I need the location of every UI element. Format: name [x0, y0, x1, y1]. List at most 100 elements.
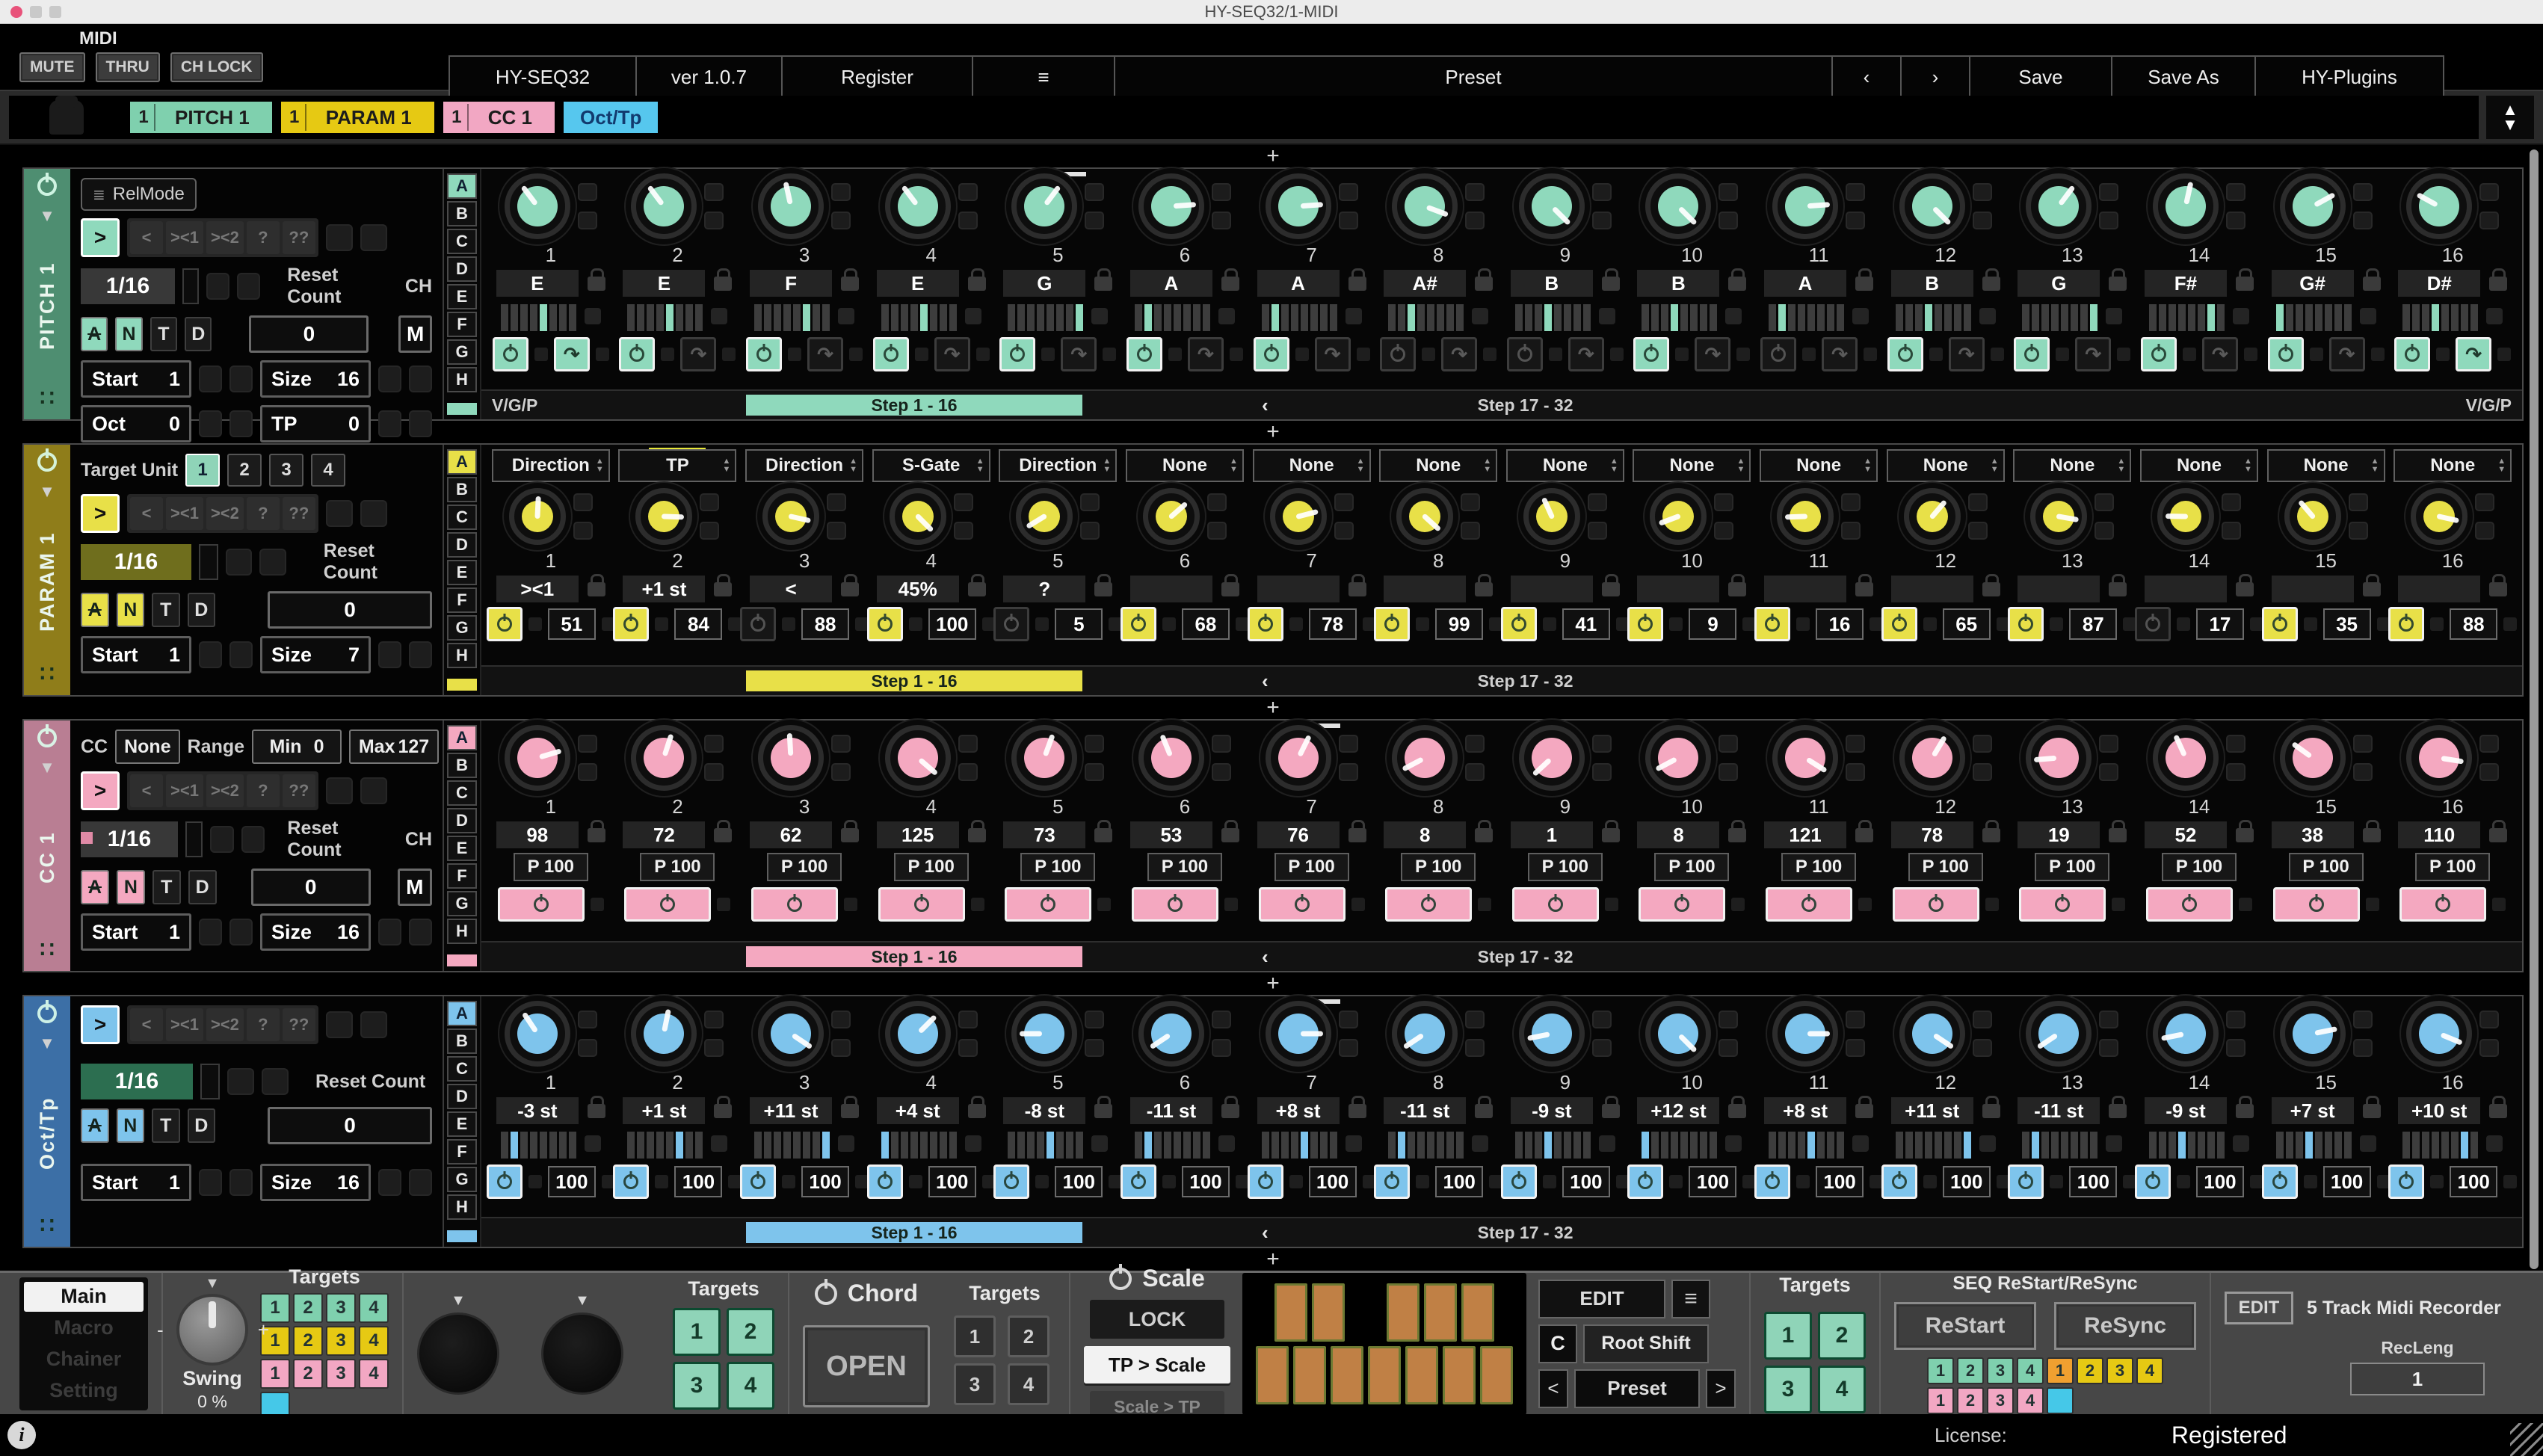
mini-bar[interactable]: [1544, 1132, 1552, 1159]
utility-button[interactable]: [409, 641, 432, 668]
mini-bar[interactable]: [1788, 304, 1795, 331]
utility-button[interactable]: [378, 919, 401, 946]
param-type-dropdown[interactable]: Direction: [492, 449, 610, 482]
spacer-button[interactable]: [655, 617, 668, 631]
knob-fine-down-button[interactable]: [1334, 522, 1354, 540]
step-knob[interactable]: [1266, 1001, 1331, 1067]
step-value[interactable]: +8 st: [1257, 1097, 1340, 1124]
step-knob[interactable]: [631, 1001, 697, 1067]
lock-icon[interactable]: [1602, 1104, 1620, 1118]
mini-bar[interactable]: [695, 304, 703, 331]
step-power-button[interactable]: [1501, 607, 1537, 641]
pattern-letter-d[interactable]: D: [447, 532, 477, 558]
mini-bar[interactable]: [1554, 1132, 1562, 1159]
step-value[interactable]: A: [1257, 270, 1340, 297]
step-knob[interactable]: [2153, 173, 2219, 239]
knob-fine-up-button[interactable]: [1080, 493, 1100, 511]
mini-bar[interactable]: [1680, 1132, 1688, 1159]
pattern-letter-d[interactable]: D: [447, 256, 477, 282]
step-knob[interactable]: [2026, 1001, 2092, 1067]
scale-key-black[interactable]: [1387, 1283, 1420, 1342]
step-knob[interactable]: [2026, 173, 2092, 239]
step-power-button[interactable]: [746, 337, 782, 371]
knob-fine-up-button[interactable]: [2226, 1011, 2245, 1028]
step-value[interactable]: E: [496, 270, 579, 297]
spacer-button[interactable]: [2371, 348, 2385, 361]
mini-bar[interactable]: [1837, 304, 1844, 331]
knob-fine-down-button[interactable]: [831, 212, 851, 229]
note-mode-button[interactable]: N: [117, 870, 145, 904]
spacer-button[interactable]: [1731, 898, 1745, 911]
mini-bar[interactable]: [1573, 1132, 1581, 1159]
step-value[interactable]: [1891, 576, 1973, 602]
add-track-button[interactable]: +: [22, 972, 2524, 995]
knob-fine-up-button[interactable]: [1212, 735, 1231, 753]
step-value[interactable]: A#: [1384, 270, 1466, 297]
step-power-button[interactable]: [1374, 1165, 1410, 1199]
step-amount-value[interactable]: 100: [548, 1166, 596, 1197]
utility-button[interactable]: [199, 641, 222, 668]
knob-fine-up-button[interactable]: [1968, 493, 1988, 511]
mini-bar[interactable]: [2169, 304, 2176, 331]
spacer-button[interactable]: [1985, 898, 1999, 911]
mini-bar-extra[interactable]: [1346, 1135, 1362, 1152]
dotted-mode-button[interactable]: D: [188, 870, 217, 904]
spacer-button[interactable]: [2436, 348, 2450, 361]
resync-button[interactable]: ReSync: [2054, 1302, 2196, 1350]
step-power-button[interactable]: [1385, 887, 1472, 922]
mini-bar[interactable]: [1564, 1132, 1571, 1159]
mini-bar[interactable]: [949, 304, 957, 331]
mini-bar[interactable]: [1193, 304, 1200, 331]
mini-bar[interactable]: [2159, 304, 2166, 331]
mini-bar[interactable]: [2080, 1132, 2088, 1159]
knob-fine-down-button[interactable]: [578, 1039, 597, 1057]
step-value[interactable]: 72: [623, 821, 705, 848]
knob-fine-up-button[interactable]: [1592, 735, 1612, 753]
mini-bar[interactable]: [822, 304, 830, 331]
seq-target-chip[interactable]: 4: [2136, 1357, 2163, 1384]
mini-bar[interactable]: [1388, 1132, 1396, 1159]
lock-icon[interactable]: [1982, 277, 2000, 291]
mini-bar[interactable]: [2315, 304, 2322, 331]
step-knob[interactable]: [505, 1001, 570, 1067]
mini-bar[interactable]: [1583, 1132, 1591, 1159]
knob-fine-up-button[interactable]: [958, 183, 978, 201]
mini-bar-extra[interactable]: [711, 1135, 727, 1152]
mini-bar[interactable]: [1135, 304, 1142, 331]
lock-icon[interactable]: [968, 1104, 986, 1118]
step-value[interactable]: A: [1764, 270, 1846, 297]
mini-bar[interactable]: [1437, 304, 1444, 331]
spacer-button[interactable]: [2366, 898, 2379, 911]
spacer-button[interactable]: [976, 348, 990, 361]
pattern-letter-a[interactable]: A: [447, 725, 477, 750]
scale-menu-icon[interactable]: ≡: [1671, 1280, 1710, 1318]
spacer-button[interactable]: [1991, 348, 2004, 361]
lock-icon[interactable]: [2363, 277, 2381, 291]
swing-minus[interactable]: -: [157, 1318, 164, 1342]
mini-bar[interactable]: [511, 1132, 518, 1159]
mini-bar-extra[interactable]: [1725, 308, 1742, 324]
step-power-button[interactable]: [1754, 607, 1790, 641]
knob-fine-up-button[interactable]: [1212, 1011, 1231, 1028]
spacer-button[interactable]: [1610, 348, 1624, 361]
step-power-button[interactable]: [1501, 1165, 1537, 1199]
pattern-letter-g[interactable]: G: [447, 615, 477, 641]
step-tie-button[interactable]: ↷: [1441, 337, 1477, 371]
step-power-button[interactable]: [2388, 1165, 2424, 1199]
spacer-button[interactable]: [2310, 348, 2323, 361]
dir-pingpong1-button[interactable]: ><1: [166, 774, 203, 807]
scale-preset-button[interactable]: Preset: [1574, 1369, 1700, 1408]
step-power-button[interactable]: [2268, 337, 2304, 371]
scale-key-white[interactable]: [1443, 1346, 1476, 1404]
spacer-button[interactable]: [1864, 348, 1877, 361]
step-amount-value[interactable]: 100: [674, 1166, 722, 1197]
mini-bar[interactable]: [2080, 304, 2088, 331]
mini-bar[interactable]: [2296, 304, 2303, 331]
step-knob[interactable]: [1396, 488, 1453, 545]
utility-button[interactable]: [262, 1068, 289, 1095]
pattern-letter-b[interactable]: B: [447, 201, 477, 226]
knob-fine-down-button[interactable]: [2349, 522, 2368, 540]
mini-bar[interactable]: [901, 1132, 908, 1159]
knob-fine-up-button[interactable]: [1085, 1011, 1104, 1028]
swing-control[interactable]: ▼ -+ Swing 0 %: [176, 1275, 248, 1412]
